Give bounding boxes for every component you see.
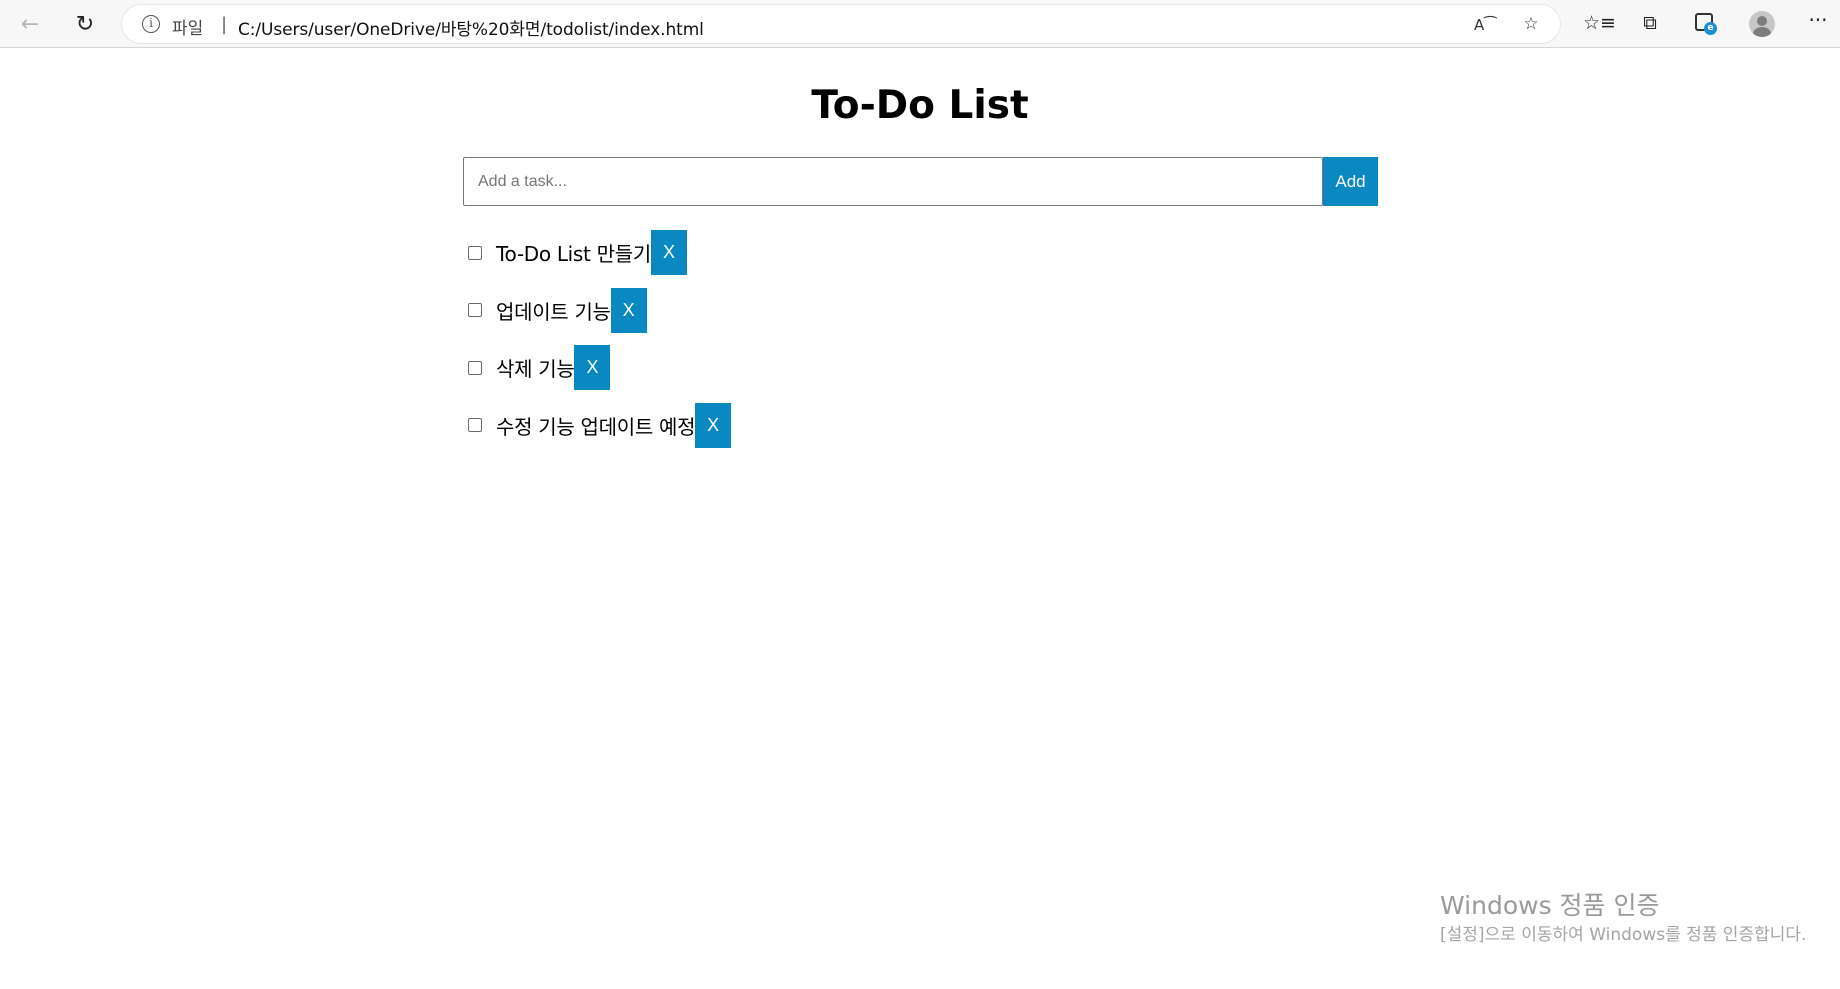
scheme-label: 파일 [172,19,204,39]
list-item: 수정 기능 업데이트 예정 X [463,402,732,448]
edge-icon[interactable]: e [1692,12,1717,36]
read-aloud-icon[interactable]: A⁀ [1474,16,1496,36]
activation-watermark-title: Windows 정품 인증 [1440,891,1660,920]
task-checkbox[interactable] [468,418,482,432]
delete-button[interactable]: X [650,230,687,275]
more-menu-icon[interactable]: ··· [1806,8,1830,32]
profile-avatar[interactable] [1749,11,1775,37]
address-separator: | [221,14,228,35]
delete-button[interactable]: X [574,345,611,390]
add-button[interactable]: Add [1323,157,1378,206]
address-bar[interactable]: i 파일 | C:/Users/user/OneDrive/바탕%20화면/to… [122,5,1560,43]
task-text: To-Do List 만들기 [496,242,651,266]
task-checkbox[interactable] [468,303,482,317]
task-text: 수정 기능 업데이트 예정 [496,414,696,439]
list-item: 삭제 기능 X [463,345,731,390]
add-favorite-icon[interactable]: ☆ [1520,14,1542,34]
page-content: To-Do List Add To-Do List 만들기 X 업데이트 기능 … [0,48,1840,989]
list-item: To-Do List 만들기 X [463,230,731,275]
collections-icon[interactable]: ⧉ [1638,12,1662,36]
info-icon[interactable]: i [142,15,160,33]
arrow-left-icon[interactable]: ← [12,8,48,40]
task-checkbox[interactable] [468,360,482,375]
task-list: To-Do List 만들기 X 업데이트 기능 X 삭제 기능 X 수정 기능… [463,230,732,460]
task-checkbox[interactable] [468,245,482,260]
favorites-icon[interactable]: ☆≡ [1583,12,1616,36]
page-title: To-Do List [811,83,1029,128]
list-item: 업데이트 기능 X [463,287,731,333]
task-text: 삭제 기능 [496,357,575,381]
refresh-icon[interactable]: ↻ [67,8,103,40]
browser-toolbar: ← ↻ i 파일 | C:/Users/user/OneDrive/바탕%20화… [0,0,1840,48]
delete-button[interactable]: X [695,402,732,448]
delete-button[interactable]: X [610,287,647,333]
activation-watermark-subtitle: [설정]으로 이동하여 Windows를 정품 인증합니다. [1440,925,1807,945]
task-text: 업데이트 기능 [496,299,611,324]
url-text[interactable]: C:/Users/user/OneDrive/바탕%20화면/todolist/… [238,15,704,40]
task-input[interactable] [463,157,1323,206]
